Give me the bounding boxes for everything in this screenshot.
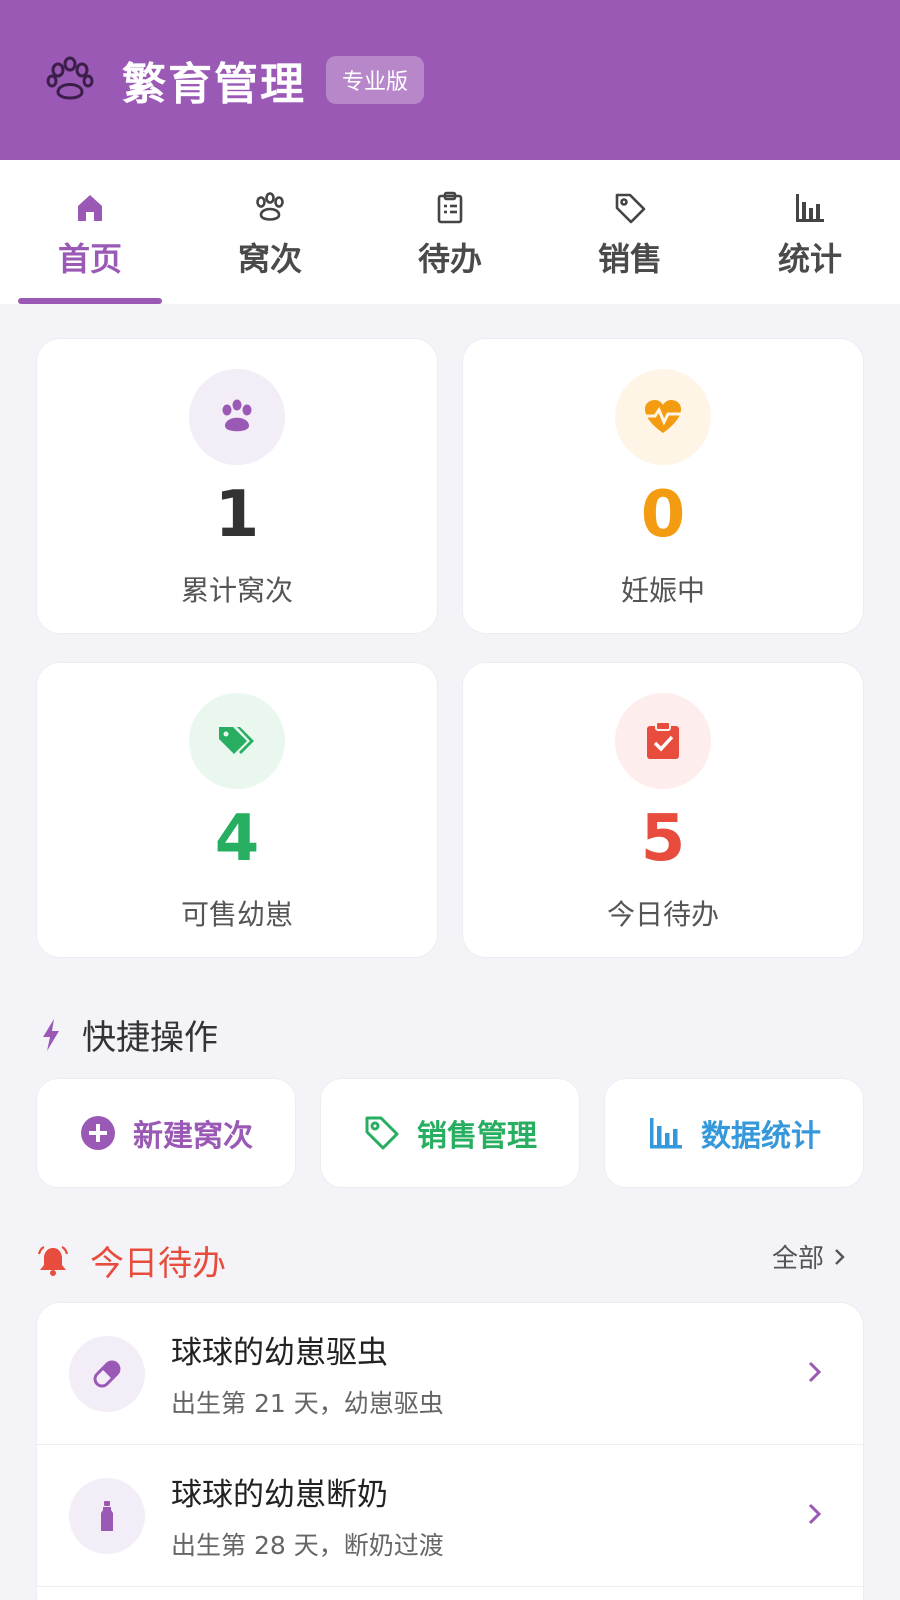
bar-chart-icon: [650, 1118, 682, 1149]
stat-icon-bg: [615, 693, 711, 789]
stat-value: 4: [214, 802, 260, 876]
quick-actions-label: 快捷操作: [82, 1018, 218, 1058]
stat-card-pregnant[interactable]: 0 妊娠中: [462, 338, 864, 634]
paw-icon: [256, 192, 284, 221]
sales-management-button[interactable]: 销售管理: [320, 1078, 580, 1188]
bell-icon: [37, 1245, 69, 1276]
heartbeat-icon: [645, 400, 681, 433]
tab-todo[interactable]: 待办: [360, 160, 540, 304]
tab-litters-label: 窝次: [237, 240, 302, 278]
tab-home[interactable]: 首页: [0, 160, 180, 304]
tab-todo-label: 待办: [417, 240, 482, 278]
tab-bar: 首页 窝次 待办 销售 统计: [0, 160, 900, 304]
stat-label: 累计窝次: [180, 574, 293, 607]
bottle-icon: [101, 1500, 113, 1531]
stat-icon-bg: [615, 369, 711, 465]
stat-card-total-litters[interactable]: 1 累计窝次: [36, 338, 438, 634]
tab-litters[interactable]: 窝次: [180, 160, 360, 304]
clipboard-icon: [437, 191, 463, 224]
stat-label: 可售幼崽: [180, 898, 293, 931]
chevron-right-icon: [835, 1248, 845, 1265]
stat-label: 今日待办: [606, 898, 719, 931]
tab-stats-label: 统计: [777, 240, 842, 278]
data-stats-button[interactable]: 数据统计: [604, 1078, 864, 1188]
todo-text: 球球的幼崽驱虫 出生第 21 天，幼崽驱虫: [171, 1327, 444, 1420]
tab-stats[interactable]: 统计: [720, 160, 900, 304]
quick-actions-title: 快捷操作: [40, 1010, 218, 1059]
stat-value: 0: [640, 478, 686, 552]
pill-icon: [93, 1360, 121, 1387]
chevron-right-icon: [808, 1361, 822, 1383]
bar-chart-icon: [796, 194, 824, 222]
todo-subtitle: 出生第 21 天，幼崽驱虫: [171, 1389, 444, 1418]
clipboard-check-icon: [647, 721, 679, 759]
data-stats-label: 数据统计: [701, 1119, 821, 1154]
stat-value: 5: [640, 802, 686, 876]
stat-icon-bg: [189, 693, 285, 789]
view-all-link[interactable]: 全部: [772, 1238, 846, 1275]
home-icon: [78, 195, 102, 221]
todo-title: 球球的幼崽驱虫: [171, 1335, 388, 1371]
app-header: 繁育管理 专业版: [0, 0, 900, 160]
todo-item-deworm[interactable]: 球球的幼崽驱虫 出生第 21 天，幼崽驱虫: [37, 1303, 863, 1445]
stat-icon-bg: [189, 369, 285, 465]
stat-card-for-sale[interactable]: 4 可售幼崽: [36, 662, 438, 958]
plus-circle-icon: [81, 1116, 115, 1150]
todo-icon-bg: [69, 1477, 145, 1554]
chevron-right-icon: [808, 1503, 822, 1525]
todo-subtitle: 出生第 28 天，断奶过渡: [171, 1531, 444, 1560]
tag-icon: [615, 193, 646, 224]
tab-home-label: 首页: [57, 240, 122, 278]
tab-sales-label: 销售: [597, 240, 662, 278]
todo-title: 球球的幼崽断奶: [171, 1477, 388, 1513]
bolt-icon: [43, 1018, 59, 1051]
todo-text: 球球的幼崽断奶 出生第 28 天，断奶过渡: [171, 1469, 444, 1562]
today-todo-label: 今日待办: [90, 1244, 226, 1284]
todo-list: 球球的幼崽驱虫 出生第 21 天，幼崽驱虫 球球的幼崽断奶 出生第 28 天，断…: [36, 1302, 864, 1600]
todo-icon-bg: [69, 1335, 145, 1412]
today-todo-title: 今日待办: [36, 1236, 226, 1285]
tag-icon: [365, 1116, 399, 1150]
stat-card-today-todo[interactable]: 5 今日待办: [462, 662, 864, 958]
stat-value: 1: [214, 478, 260, 552]
new-litter-button[interactable]: 新建窝次: [36, 1078, 296, 1188]
view-all-label: 全部: [771, 1244, 824, 1274]
paw-icon: [222, 399, 252, 432]
tab-sales[interactable]: 销售: [540, 160, 720, 304]
todo-item-wean[interactable]: 球球的幼崽断奶 出生第 28 天，断奶过渡: [37, 1445, 863, 1587]
stat-label: 妊娠中: [620, 574, 705, 607]
pro-badge: 专业版: [326, 56, 425, 104]
paw-logo-icon: [46, 56, 94, 100]
tags-icon: [219, 727, 254, 754]
sales-management-label: 销售管理: [417, 1119, 537, 1154]
new-litter-label: 新建窝次: [133, 1119, 253, 1154]
app-title: 繁育管理: [122, 59, 306, 110]
